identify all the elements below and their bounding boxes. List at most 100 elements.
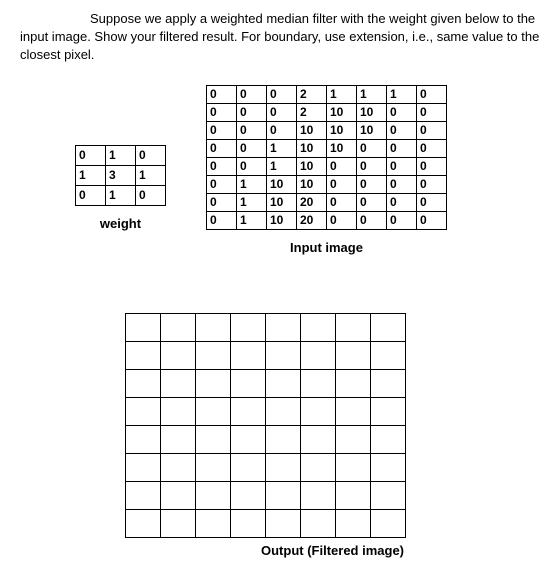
cell: 0 [327, 211, 357, 229]
cell [336, 313, 371, 341]
cell [161, 509, 196, 537]
cell: 10 [327, 139, 357, 157]
cell: 10 [267, 175, 297, 193]
cell [196, 341, 231, 369]
cell [231, 369, 266, 397]
table-row: 0 1 0 [76, 145, 166, 165]
cell: 0 [387, 175, 417, 193]
cell: 0 [237, 85, 267, 103]
cell: 0 [357, 139, 387, 157]
table-row [126, 425, 406, 453]
cell [266, 313, 301, 341]
cell [231, 397, 266, 425]
cell: 0 [237, 157, 267, 175]
table-row: 0 1 10 10 0 0 0 0 [207, 175, 447, 193]
cell [126, 453, 161, 481]
cell: 0 [207, 139, 237, 157]
cell [196, 453, 231, 481]
cell [196, 397, 231, 425]
cell: 0 [207, 103, 237, 121]
table-row [126, 313, 406, 341]
table-row: 0 1 0 [76, 185, 166, 205]
cell [301, 341, 336, 369]
cell [161, 481, 196, 509]
cell: 0 [267, 121, 297, 139]
cell: 2 [297, 85, 327, 103]
cell: 0 [387, 139, 417, 157]
cell [371, 397, 406, 425]
cell: 0 [327, 175, 357, 193]
cell: 0 [387, 193, 417, 211]
cell [301, 369, 336, 397]
cell [196, 313, 231, 341]
cell: 0 [237, 139, 267, 157]
cell [266, 341, 301, 369]
cell [126, 369, 161, 397]
cell [231, 509, 266, 537]
cell [196, 481, 231, 509]
cell [336, 509, 371, 537]
cell: 0 [207, 157, 237, 175]
cell [231, 453, 266, 481]
cell [336, 397, 371, 425]
cell [336, 341, 371, 369]
cell [266, 453, 301, 481]
cell: 20 [297, 193, 327, 211]
cell [231, 481, 266, 509]
cell: 20 [297, 211, 327, 229]
cell [266, 397, 301, 425]
table-row: 0 1 10 20 0 0 0 0 [207, 193, 447, 211]
cell [371, 481, 406, 509]
table-row [126, 509, 406, 537]
cell: 0 [136, 185, 166, 205]
cell: 0 [357, 211, 387, 229]
cell: 0 [357, 193, 387, 211]
cell: 1 [106, 185, 136, 205]
cell [301, 509, 336, 537]
cell [266, 509, 301, 537]
weight-section: 0 1 0 1 3 1 0 1 0 weight [75, 145, 166, 231]
cell: 3 [106, 165, 136, 185]
middle-section: 0 1 0 1 3 1 0 1 0 weight 0 0 0 2 [20, 85, 540, 255]
table-row: 0 0 0 2 10 10 0 0 [207, 103, 447, 121]
cell: 1 [237, 193, 267, 211]
cell [126, 397, 161, 425]
cell [336, 425, 371, 453]
cell [231, 341, 266, 369]
table-row [126, 453, 406, 481]
cell: 1 [267, 157, 297, 175]
cell: 0 [417, 103, 447, 121]
cell: 2 [297, 103, 327, 121]
cell: 10 [297, 139, 327, 157]
cell [301, 313, 336, 341]
cell: 10 [267, 211, 297, 229]
cell: 0 [207, 85, 237, 103]
cell: 0 [387, 103, 417, 121]
cell: 10 [357, 121, 387, 139]
cell: 0 [387, 211, 417, 229]
table-row [126, 481, 406, 509]
cell [196, 509, 231, 537]
weight-table: 0 1 0 1 3 1 0 1 0 [75, 145, 166, 206]
cell: 0 [387, 157, 417, 175]
cell [126, 313, 161, 341]
cell [126, 425, 161, 453]
cell [336, 453, 371, 481]
cell [231, 425, 266, 453]
cell: 0 [207, 175, 237, 193]
cell: 1 [357, 85, 387, 103]
cell [196, 425, 231, 453]
cell: 0 [417, 85, 447, 103]
cell: 0 [417, 193, 447, 211]
cell [126, 481, 161, 509]
cell: 10 [327, 121, 357, 139]
cell [161, 397, 196, 425]
output-label: Output (Filtered image) [125, 543, 540, 558]
cell: 0 [357, 175, 387, 193]
weight-label: weight [75, 216, 166, 231]
cell: 0 [76, 145, 106, 165]
input-image-table: 0 0 0 2 1 1 1 0 0 0 0 2 10 10 0 0 0 [206, 85, 447, 230]
cell: 1 [387, 85, 417, 103]
cell [371, 453, 406, 481]
table-row [126, 369, 406, 397]
